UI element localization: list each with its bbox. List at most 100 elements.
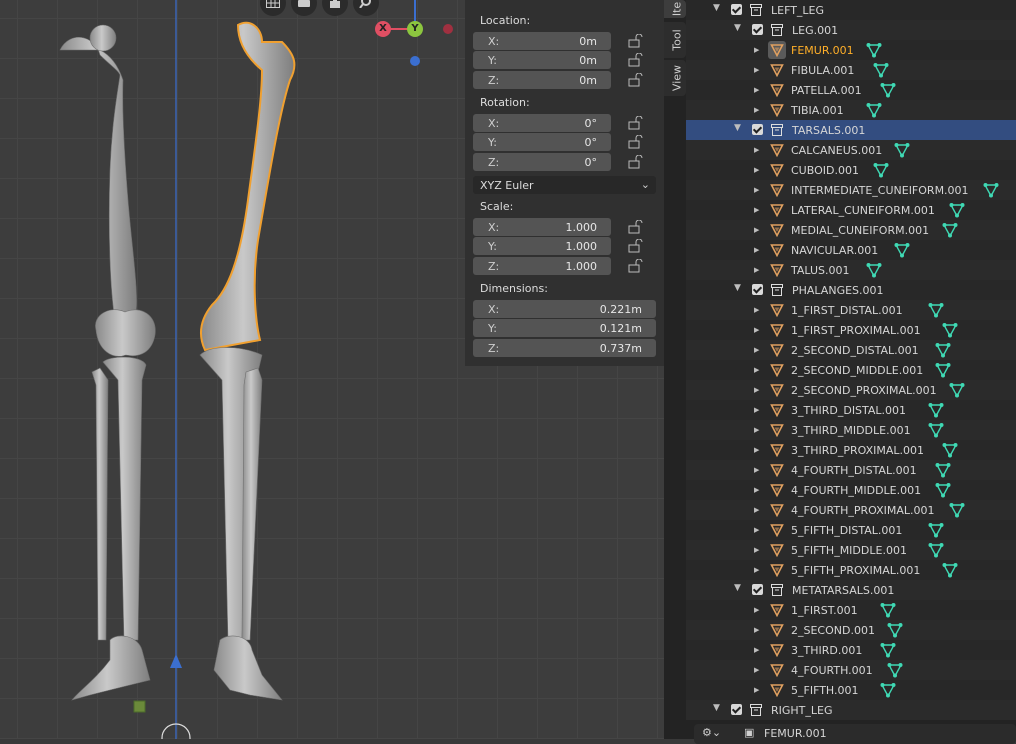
mesh-data-icon[interactable] [942,562,958,578]
mesh-data-icon[interactable] [928,542,944,558]
expand-toggle-icon[interactable]: ▶ [754,446,759,454]
expand-toggle-icon[interactable]: ▼ [734,283,741,293]
collection-row[interactable]: ▼ LEFT_LEG [686,0,1016,20]
tab-view[interactable]: View [664,60,686,96]
display-mode-icon[interactable]: ⚙⌄ [702,726,721,739]
expand-toggle-icon[interactable]: ▶ [754,686,759,694]
expand-toggle-icon[interactable]: ▶ [754,426,759,434]
expand-toggle-icon[interactable]: ▼ [713,703,720,713]
expand-toggle-icon[interactable]: ▶ [754,266,759,274]
mesh-data-icon[interactable] [873,62,889,78]
mesh-data-icon[interactable] [880,682,896,698]
mesh-data-icon[interactable] [942,222,958,238]
object-row[interactable]: ▶ 4_FOURTH_DISTAL.001 [686,460,1016,480]
object-row[interactable]: ▶ 1_FIRST_DISTAL.001 [686,300,1016,320]
mesh-data-icon[interactable] [949,202,965,218]
expand-toggle-icon[interactable]: ▶ [754,386,759,394]
mesh-data-icon[interactable] [866,42,882,58]
gizmo-y-axis[interactable]: Y [407,21,423,37]
mesh-data-icon[interactable] [880,82,896,98]
mesh-data-icon[interactable] [949,382,965,398]
object-row[interactable]: ▶ FEMUR.001 [686,40,1016,60]
object-row[interactable]: ▶ PATELLA.001 [686,80,1016,100]
object-row[interactable]: ▶ 3_THIRD_PROXIMAL.001 [686,440,1016,460]
scale-z-field[interactable]: Z: 1.000 [473,257,611,275]
mesh-data-icon[interactable] [894,142,910,158]
tab-tool[interactable]: Tool [664,22,686,58]
mesh-data-icon[interactable] [983,182,999,198]
object-row[interactable]: ▶ 3_THIRD.001 [686,640,1016,660]
object-row[interactable]: ▶ 4_FOURTH_PROXIMAL.001 [686,500,1016,520]
collection-row[interactable]: ▼ PHALANGES.001 [686,280,1016,300]
dimensions-y-field[interactable]: Y: 0.121m [473,319,656,337]
collection-row[interactable]: ▼ TARSALS.001 [686,120,1016,140]
mesh-data-icon[interactable] [949,502,965,518]
object-row[interactable]: ▶ 2_SECOND_DISTAL.001 [686,340,1016,360]
expand-toggle-icon[interactable]: ▶ [754,326,759,334]
object-row[interactable]: ▶ TALUS.001 [686,260,1016,280]
rotation-x-field[interactable]: X: 0° [473,114,611,132]
object-row[interactable]: ▶ 2_SECOND.001 [686,620,1016,640]
object-row[interactable]: ▶ CUBOID.001 [686,160,1016,180]
expand-toggle-icon[interactable]: ▼ [734,123,741,133]
object-row[interactable]: ▶ 5_FIFTH_DISTAL.001 [686,520,1016,540]
location-z-field[interactable]: Z: 0m [473,71,611,89]
lock-icon[interactable] [628,53,644,67]
expand-toggle-icon[interactable]: ▶ [754,406,759,414]
collection-row[interactable]: ▼ LEG.001 [686,20,1016,40]
lock-icon[interactable] [628,135,644,149]
collection-row[interactable]: ▼ RIGHT_LEG [686,700,1016,720]
expand-toggle-icon[interactable]: ▼ [713,3,720,13]
scale-x-field[interactable]: X: 1.000 [473,218,611,236]
object-row[interactable]: ▶ 2_SECOND_PROXIMAL.001 [686,380,1016,400]
mesh-data-icon[interactable] [866,262,882,278]
lock-icon[interactable] [628,34,644,48]
expand-toggle-icon[interactable]: ▶ [754,186,759,194]
object-row[interactable]: ▶ LATERAL_CUNEIFORM.001 [686,200,1016,220]
expand-toggle-icon[interactable]: ▶ [754,86,759,94]
exclude-checkbox[interactable] [752,284,763,295]
object-row[interactable]: ▶ 3_THIRD_DISTAL.001 [686,400,1016,420]
rotation-y-field[interactable]: Y: 0° [473,133,611,151]
expand-toggle-icon[interactable]: ▶ [754,306,759,314]
tab-item[interactable]: Ite [664,0,686,18]
object-row[interactable]: ▶ MEDIAL_CUNEIFORM.001 [686,220,1016,240]
exclude-checkbox[interactable] [752,584,763,595]
mesh-data-icon[interactable] [928,302,944,318]
expand-toggle-icon[interactable]: ▶ [754,226,759,234]
lock-icon[interactable] [628,239,644,253]
mesh-data-icon[interactable] [873,162,889,178]
expand-toggle-icon[interactable]: ▶ [754,486,759,494]
object-row[interactable]: ▶ 5_FIFTH.001 [686,680,1016,700]
scale-y-field[interactable]: Y: 1.000 [473,237,611,255]
lock-icon[interactable] [628,116,644,130]
exclude-checkbox[interactable] [731,704,742,715]
object-row[interactable]: ▶ TIBIA.001 [686,100,1016,120]
mesh-data-icon[interactable] [928,402,944,418]
mesh-data-icon[interactable] [880,602,896,618]
expand-toggle-icon[interactable]: ▶ [754,546,759,554]
object-row[interactable]: ▶ 1_FIRST.001 [686,600,1016,620]
object-row[interactable]: ▶ FIBULA.001 [686,60,1016,80]
exclude-checkbox[interactable] [752,124,763,135]
object-row[interactable]: ▶ 4_FOURTH_MIDDLE.001 [686,480,1016,500]
expand-toggle-icon[interactable]: ▶ [754,66,759,74]
expand-toggle-icon[interactable]: ▶ [754,146,759,154]
mesh-data-icon[interactable] [887,622,903,638]
exclude-checkbox[interactable] [752,24,763,35]
expand-toggle-icon[interactable]: ▶ [754,246,759,254]
expand-toggle-icon[interactable]: ▶ [754,506,759,514]
dimensions-x-field[interactable]: X: 0.221m [473,300,656,318]
object-row[interactable]: ▶ 5_FIFTH_MIDDLE.001 [686,540,1016,560]
rotation-z-field[interactable]: Z: 0° [473,153,611,171]
expand-toggle-icon[interactable]: ▶ [754,46,759,54]
mesh-data-icon[interactable] [942,442,958,458]
expand-toggle-icon[interactable]: ▶ [754,106,759,114]
mesh-data-icon[interactable] [887,662,903,678]
location-y-field[interactable]: Y: 0m [473,51,611,69]
expand-toggle-icon[interactable]: ▶ [754,646,759,654]
expand-toggle-icon[interactable]: ▶ [754,566,759,574]
expand-toggle-icon[interactable]: ▶ [754,346,759,354]
location-x-field[interactable]: X: 0m [473,32,611,50]
mesh-data-icon[interactable] [935,342,951,358]
